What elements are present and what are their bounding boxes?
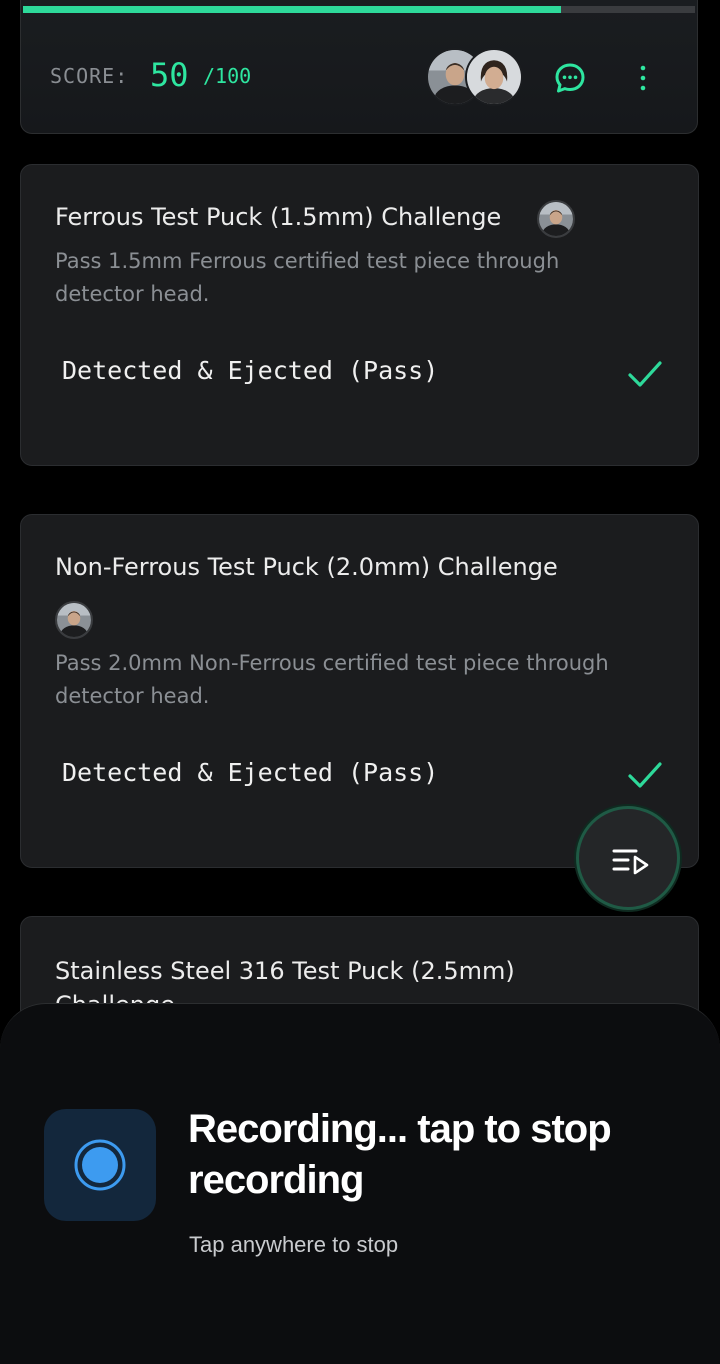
playlist-play-icon [612, 849, 649, 875]
task-result: Detected & Ejected (Pass) [62, 356, 439, 385]
task-title: Stainless Steel 316 Test Puck (2.5mm) [55, 957, 515, 985]
recording-subtitle: Tap anywhere to stop [189, 1232, 399, 1257]
score-value: 50 [150, 56, 189, 94]
participant-avatar[interactable] [465, 48, 523, 106]
chat-button[interactable] [552, 60, 588, 96]
check-icon [628, 361, 662, 387]
assignee-avatar [537, 200, 575, 238]
task-card[interactable]: Ferrous Test Puck (1.5mm) Challenge Pass… [20, 164, 699, 466]
task-description: Pass 2.0mm Non-Ferrous certified test pi… [55, 651, 609, 708]
score-progress-bar [23, 6, 695, 13]
task-description: Pass 1.5mm Ferrous certified test piece … [55, 249, 560, 306]
score-label: SCORE: [50, 64, 129, 88]
chat-bubble-icon [555, 63, 585, 93]
more-options-button[interactable] [631, 60, 655, 96]
record-icon [74, 1139, 126, 1191]
task-result: Detected & Ejected (Pass) [62, 758, 439, 787]
score-max: /100 [203, 64, 252, 88]
task-title: Ferrous Test Puck (1.5mm) Challenge [55, 203, 502, 231]
assignee-avatar [55, 601, 93, 639]
score-card: SCORE: 50 /100 [20, 0, 698, 134]
score-progress-fill [23, 6, 561, 13]
task-title: Non-Ferrous Test Puck (2.0mm) Challenge [55, 553, 558, 581]
more-vertical-icon [640, 65, 646, 91]
check-icon [628, 762, 662, 788]
playlist-fab-button[interactable] [576, 806, 680, 910]
recording-sheet[interactable]: Recording... tap to stop recording Tap a… [0, 1003, 720, 1364]
recording-title: Recording... tap to stop recording [188, 1107, 612, 1202]
record-button[interactable] [44, 1109, 156, 1221]
